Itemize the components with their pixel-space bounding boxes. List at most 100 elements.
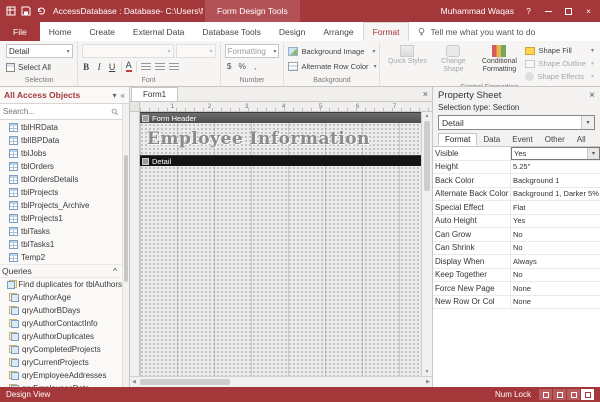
- property-row[interactable]: Can GrowNo: [433, 228, 600, 242]
- nav-table-item[interactable]: tblTasks1: [0, 238, 122, 251]
- property-row[interactable]: Force New PageNone: [433, 282, 600, 296]
- document-tab-form1[interactable]: Form1: [131, 87, 178, 101]
- background-image-button[interactable]: Background Image ▾: [288, 44, 375, 59]
- tab-database-tools[interactable]: Database Tools: [193, 22, 269, 41]
- form-header-bar[interactable]: Form Header: [140, 112, 421, 123]
- tab-home[interactable]: Home: [40, 22, 81, 41]
- vertical-scrollbar-thumb[interactable]: [424, 121, 430, 191]
- tab-format[interactable]: Format: [363, 22, 410, 41]
- nav-table-item[interactable]: tblIBPData: [0, 134, 122, 147]
- scroll-down-icon[interactable]: ▼: [425, 369, 430, 375]
- tell-me-box[interactable]: Tell me what you want to do: [417, 22, 535, 41]
- property-row[interactable]: Keep TogetherNo: [433, 269, 600, 283]
- close-window-icon[interactable]: ×: [583, 6, 594, 17]
- property-value[interactable]: None: [511, 282, 600, 295]
- tab-design[interactable]: Design: [270, 22, 314, 41]
- nav-query-item[interactable]: qryAuthorBDays: [0, 304, 122, 317]
- prop-tab-event[interactable]: Event: [506, 133, 538, 146]
- save-icon[interactable]: [21, 6, 31, 16]
- nav-query-item[interactable]: qryCompletedProjects: [0, 343, 122, 356]
- property-row[interactable]: Can ShrinkNo: [433, 242, 600, 256]
- detail-bar[interactable]: Detail: [140, 155, 421, 166]
- shutter-close-icon[interactable]: «: [121, 91, 125, 100]
- property-row[interactable]: Alternate Back ColorBackground 1, Darker…: [433, 188, 600, 202]
- align-left-icon[interactable]: [141, 63, 151, 70]
- number-format-combo[interactable]: Formatting ▾: [225, 44, 280, 58]
- scroll-right-icon[interactable]: ▶: [426, 379, 430, 385]
- nav-query-item[interactable]: qryEmployeeAddresses: [0, 369, 122, 382]
- prop-tab-format[interactable]: Format: [438, 133, 477, 146]
- nav-query-item[interactable]: qryAuthorDuplicates: [0, 330, 122, 343]
- form-title-label[interactable]: Employee Information: [143, 125, 309, 153]
- alternate-row-color-button[interactable]: Alternate Row Color ▾: [288, 59, 375, 74]
- form-header-section[interactable]: Employee Information: [140, 123, 421, 155]
- nav-query-item[interactable]: qryAuthorContactInfo: [0, 317, 122, 330]
- tab-file[interactable]: File: [0, 22, 40, 41]
- bold-button[interactable]: B: [82, 62, 91, 72]
- align-center-icon[interactable]: [155, 63, 165, 70]
- change-shape-button[interactable]: Change Shape: [430, 44, 476, 73]
- align-right-icon[interactable]: [169, 63, 179, 70]
- chevron-down-icon[interactable]: ▾: [113, 91, 117, 100]
- shape-outline-button[interactable]: Shape Outline ▾: [525, 57, 594, 70]
- property-value[interactable]: Yes: [511, 215, 600, 228]
- property-row[interactable]: Height5.25": [433, 161, 600, 175]
- conditional-formatting-button[interactable]: Conditional Formatting: [476, 44, 522, 73]
- property-object-combo[interactable]: Detail ▾: [438, 115, 595, 130]
- help-icon[interactable]: ?: [523, 6, 534, 17]
- nav-table-item[interactable]: tblHRData: [0, 121, 122, 134]
- font-size-combo[interactable]: ▾: [176, 44, 216, 58]
- prop-tab-data[interactable]: Data: [477, 133, 506, 146]
- design-view-button[interactable]: [581, 389, 594, 400]
- shape-fill-button[interactable]: Shape Fill ▾: [525, 44, 594, 57]
- percent-format-button[interactable]: %: [238, 61, 247, 71]
- nav-pane-header[interactable]: All Access Objects ▾ «: [0, 87, 129, 104]
- property-value[interactable]: No: [511, 228, 600, 241]
- nav-query-item[interactable]: qryCurrentProjects: [0, 356, 122, 369]
- prop-tab-other[interactable]: Other: [539, 133, 571, 146]
- nav-table-item[interactable]: tblOrdersDetails: [0, 173, 122, 186]
- nav-table-item[interactable]: tblOrders: [0, 160, 122, 173]
- property-value[interactable]: Always: [511, 255, 600, 268]
- nav-scrollbar-thumb[interactable]: [124, 155, 128, 282]
- form-design-surface[interactable]: Form Header Employee Information Detail: [140, 112, 421, 376]
- property-row[interactable]: Special EffectFlat: [433, 201, 600, 215]
- property-value[interactable]: Yes▾: [511, 147, 600, 160]
- property-value[interactable]: None: [511, 296, 600, 309]
- section-selector-combo[interactable]: Detail ▾: [6, 44, 73, 58]
- property-value[interactable]: No: [511, 242, 600, 255]
- nav-scrollbar[interactable]: [122, 104, 129, 387]
- user-name[interactable]: Muhammad Waqas: [441, 6, 514, 16]
- nav-table-item[interactable]: tblTasks: [0, 225, 122, 238]
- scroll-left-icon[interactable]: ◀: [132, 379, 136, 385]
- underline-button[interactable]: U: [108, 62, 117, 72]
- property-value[interactable]: 5.25": [511, 161, 600, 174]
- font-name-combo[interactable]: ▾: [82, 44, 174, 58]
- shape-effects-button[interactable]: Shape Effects ▾: [525, 70, 594, 83]
- comma-format-button[interactable]: ,: [251, 61, 260, 71]
- tab-arrange[interactable]: Arrange: [314, 22, 362, 41]
- vertical-scrollbar[interactable]: ▲ ▼: [421, 112, 432, 376]
- datasheet-view-button[interactable]: [553, 389, 566, 400]
- property-row[interactable]: New Row Or ColNone: [433, 296, 600, 310]
- property-value[interactable]: No: [511, 269, 600, 282]
- nav-query-item[interactable]: qryEmployeesData: [0, 382, 122, 387]
- property-row[interactable]: Display WhenAlways: [433, 255, 600, 269]
- close-property-sheet-icon[interactable]: ×: [589, 90, 595, 101]
- property-row[interactable]: Back ColorBackground 1: [433, 174, 600, 188]
- select-all-button[interactable]: Select All: [6, 60, 73, 74]
- nav-group-queries[interactable]: Queries ^: [0, 264, 122, 278]
- detail-section[interactable]: [140, 166, 421, 376]
- nav-table-item[interactable]: tblProjects: [0, 186, 122, 199]
- form-view-button[interactable]: [539, 389, 552, 400]
- nav-table-item[interactable]: Temp2: [0, 251, 122, 264]
- layout-view-button[interactable]: [567, 389, 580, 400]
- nav-table-item[interactable]: tblProjects1: [0, 212, 122, 225]
- horizontal-scrollbar[interactable]: ◀ ▶: [130, 376, 432, 387]
- property-value[interactable]: Flat: [511, 201, 600, 214]
- quick-styles-button[interactable]: Quick Styles: [384, 44, 430, 66]
- maximize-icon[interactable]: [563, 6, 574, 17]
- nav-query-item[interactable]: qryAuthorAge: [0, 291, 122, 304]
- font-color-button[interactable]: A: [126, 61, 132, 72]
- property-value[interactable]: Background 1, Darker 5%: [511, 188, 600, 201]
